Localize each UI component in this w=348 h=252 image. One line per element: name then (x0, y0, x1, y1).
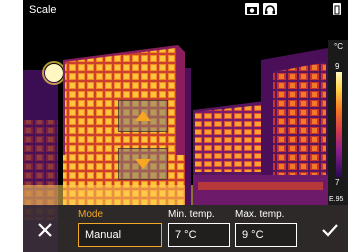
screen-title: Scale (29, 4, 57, 16)
min-temp-label: Min. temp. (168, 209, 215, 220)
max-temp-label: Max. temp. (235, 209, 285, 220)
close-button[interactable] (37, 222, 53, 238)
emissivity-value: E.95 (329, 196, 344, 203)
arrow-down-icon (135, 159, 151, 169)
camera-icon[interactable] (245, 3, 259, 15)
mode-select[interactable]: Manual (78, 223, 162, 247)
battery-icon (333, 3, 341, 15)
scale-down-button[interactable] (118, 148, 168, 180)
mode-label: Mode (78, 209, 104, 220)
scale-min-value: 7 (335, 178, 340, 187)
headset-icon[interactable] (263, 3, 277, 15)
scale-up-button[interactable] (118, 100, 168, 132)
scale-max-value: 9 (335, 62, 340, 71)
close-icon (38, 223, 52, 237)
scale-unit: °C (334, 42, 343, 51)
arrow-up-icon (135, 111, 151, 121)
checkmark-icon (322, 224, 338, 237)
confirm-button[interactable] (321, 222, 339, 238)
min-temp-field[interactable]: 7 °C (168, 223, 230, 247)
bottom-control-bar: Mode Manual Min. temp. 7 °C Max. temp. 9… (23, 205, 348, 252)
max-temp-field[interactable]: 9 °C (235, 223, 297, 247)
thermal-camera-screen: Scale °C 9 7 E.95 Mode Manual Min. temp.… (23, 0, 348, 252)
